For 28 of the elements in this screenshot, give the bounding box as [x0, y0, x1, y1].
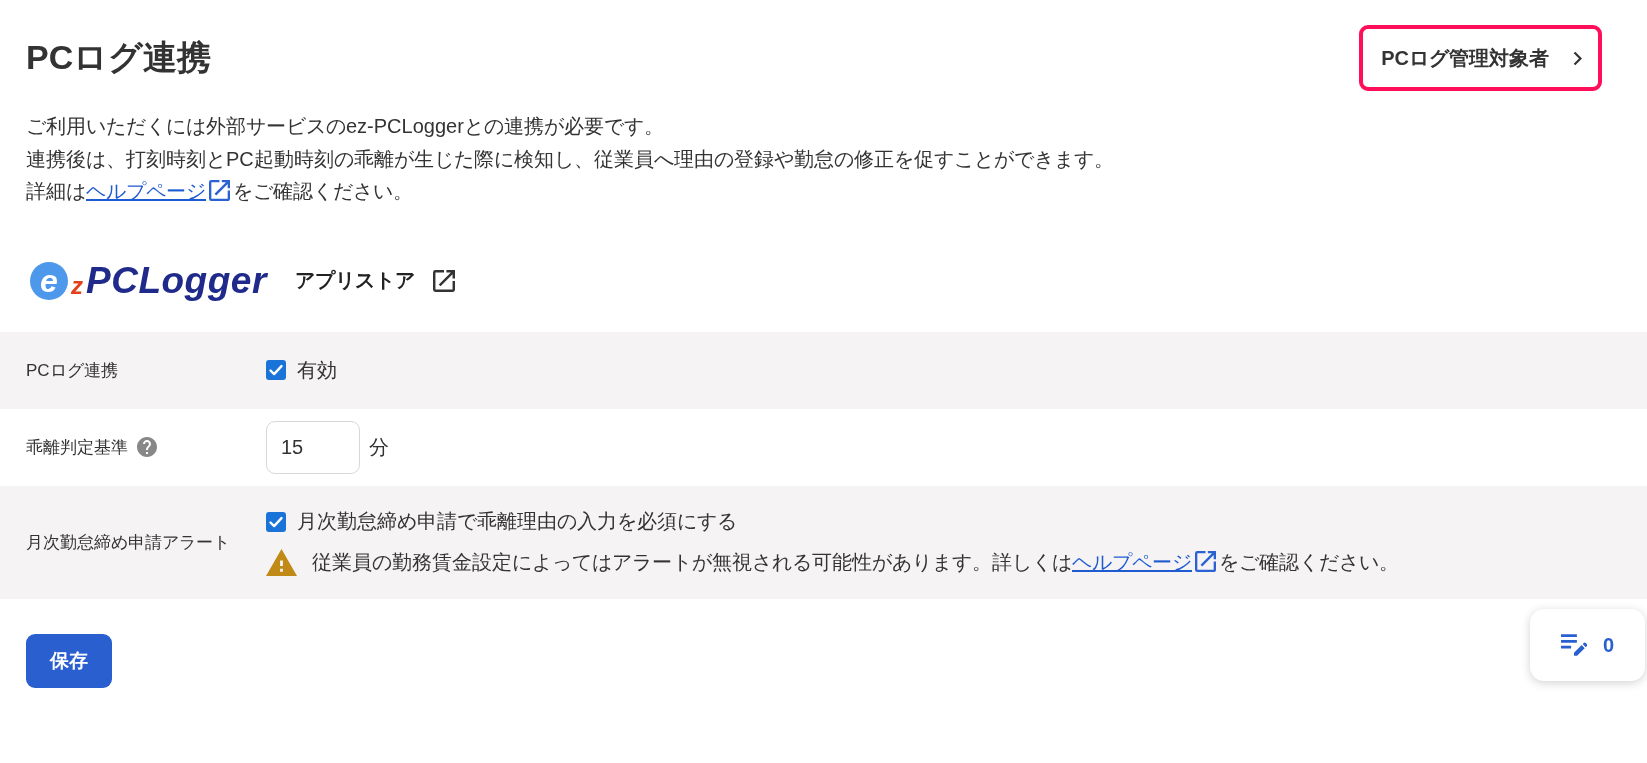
warning-text: 従業員の勤務賃金設定によってはアラートが無視される可能性があります。詳しくはヘルプページ をご確認ください。 [312, 550, 1399, 575]
save-button[interactable]: 保存 [26, 633, 112, 688]
help-icon[interactable] [137, 437, 157, 457]
help-link[interactable]: ヘルプページ [86, 180, 206, 202]
checkbox-label[interactable]: 月次勤怠締め申請で乖離理由の入力を必須にする [297, 508, 737, 535]
setting-label: 月次勤怠締め申請アラート [26, 531, 230, 554]
help-link[interactable]: ヘルプページ [1072, 551, 1192, 573]
help-text: 詳細はヘルプページ をご確認ください。 [26, 179, 414, 204]
logo: e zPCLogger [30, 259, 267, 302]
edit-note-icon [1560, 634, 1587, 656]
setting-label: 乖離判定基準 [26, 436, 128, 459]
external-link-icon[interactable] [1195, 551, 1216, 572]
app-store-link[interactable]: アプリストア [294, 267, 455, 294]
checkbox-label[interactable]: 有効 [297, 356, 337, 384]
notes-button[interactable]: 0 [1530, 609, 1645, 681]
warning-icon [266, 549, 297, 576]
description-text: ご利用いただくには外部サービスのez-PCLoggerとの連携が必要です。 [26, 114, 665, 139]
setting-label: PCログ連携 [26, 359, 118, 382]
description-text: 連携後は、打刻時刻とPC起動時刻の乖離が生じた際に検知し、従業員へ理由の登録や勤怠の修正を促すことができます。 [26, 146, 1115, 172]
minutes-input[interactable]: 15 [266, 420, 360, 474]
page-title: PCログ連携 [26, 37, 212, 78]
target-users-button[interactable]: PCログ管理対象者 [1359, 25, 1602, 91]
checkbox[interactable] [266, 360, 286, 380]
unit-label: 分 [369, 434, 389, 460]
external-link-icon [432, 269, 455, 292]
external-link-icon[interactable] [209, 180, 230, 201]
chevron-right-icon [1573, 50, 1582, 66]
checkbox[interactable] [266, 511, 286, 532]
